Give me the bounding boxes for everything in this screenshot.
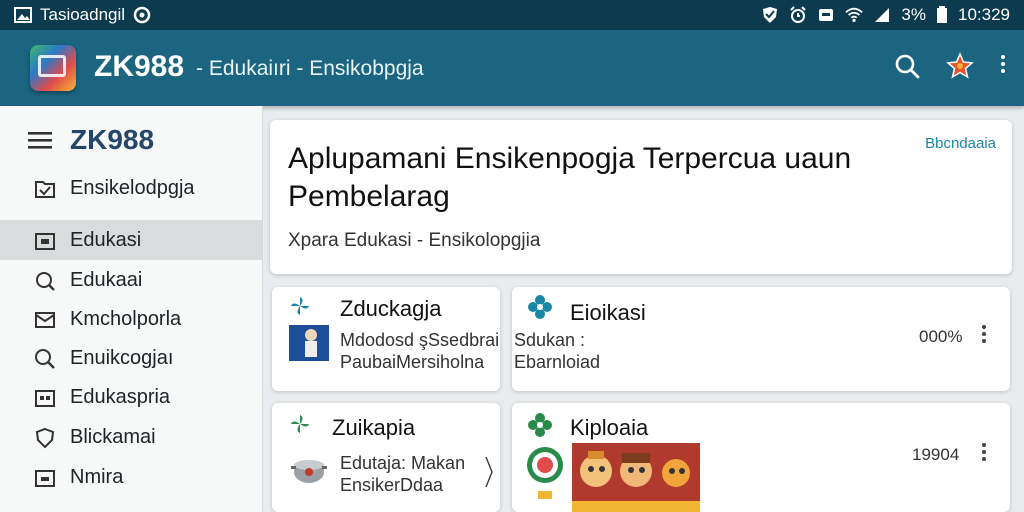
sidebar-item-blickamai[interactable]: Blickamai bbox=[0, 417, 262, 457]
sidebar-item-label: Kmcholporla bbox=[70, 308, 182, 330]
hero-card[interactable]: Aplupamani Ensikenpogja Terpercua uaun P… bbox=[270, 120, 1012, 274]
shield-icon bbox=[35, 427, 55, 449]
content-card[interactable]: Zduckagja Mdodosd şSsedbrai PaubaiMersih… bbox=[272, 287, 500, 391]
app-logo[interactable] bbox=[30, 45, 76, 91]
content-card[interactable]: Eioikasi Sdukan : Ebarnloiad 000% bbox=[512, 287, 1010, 391]
mail-icon bbox=[35, 312, 55, 328]
sync-icon bbox=[133, 6, 151, 24]
sidebar-item-nmira[interactable]: Nmira bbox=[0, 457, 262, 497]
pinwheel-icon bbox=[291, 297, 309, 315]
card-line: Mdodosd şSsedbrai bbox=[340, 330, 500, 350]
hero-tag[interactable]: Bbcndaaia bbox=[925, 135, 996, 152]
sidebar-item-ensikelodpgja[interactable]: Ensikelodpgja bbox=[0, 168, 262, 208]
card-line: Sdukan : bbox=[514, 330, 586, 350]
card-more-icon[interactable] bbox=[981, 443, 987, 465]
more-options-icon[interactable] bbox=[1000, 55, 1006, 77]
chevron-right-icon[interactable] bbox=[484, 455, 494, 489]
menu-icon[interactable] bbox=[28, 130, 54, 150]
card-title: Eioikasi bbox=[570, 300, 646, 325]
alarm-icon bbox=[790, 6, 807, 23]
person-thumbnail bbox=[289, 325, 329, 361]
battery-icon bbox=[937, 6, 947, 23]
card-value: 19904 bbox=[912, 445, 960, 464]
cartoon-thumbnail bbox=[524, 443, 700, 512]
flower-icon bbox=[528, 413, 552, 437]
folder-icon bbox=[35, 181, 55, 198]
sidebar-item-enuikcogja[interactable]: Enuikcogjaı bbox=[0, 338, 262, 378]
sidebar-title: ZK988 bbox=[70, 124, 155, 155]
sidebar-item-edukaspria[interactable]: Edukaspria bbox=[0, 377, 262, 417]
sidebar: ZK988 Ensikelodpgja Edukasi Edukaai Kmch… bbox=[0, 106, 263, 512]
sidebar-item-edukaai[interactable]: Edukaai bbox=[0, 260, 262, 300]
cooking-pot-icon bbox=[291, 460, 327, 483]
card-line: Ebarnloiad bbox=[514, 352, 601, 372]
battery-percent: 3% bbox=[901, 5, 926, 24]
search-icon[interactable] bbox=[894, 53, 920, 79]
status-app-label: Tasioadngil bbox=[40, 5, 126, 24]
signal-icon bbox=[875, 8, 890, 22]
app-subtitle: - Edukaiıri - Ensikobpgja bbox=[196, 57, 424, 80]
app-bar: ZK988 - Edukaiıri - Ensikobpgja bbox=[0, 30, 1024, 106]
flower-icon bbox=[528, 295, 552, 319]
shield-check-icon bbox=[763, 7, 778, 23]
hero-title: Aplupamani Ensikenpogja Terpercua uaun P… bbox=[288, 142, 852, 213]
gallery-icon bbox=[14, 7, 32, 23]
search-icon bbox=[36, 272, 55, 291]
card-more-icon[interactable] bbox=[981, 325, 987, 347]
hero-subtitle: Xpara Edukasi - Ensikolopgjia bbox=[288, 230, 541, 251]
app-title: ZK988 bbox=[94, 50, 185, 83]
card-value: 000% bbox=[919, 327, 963, 346]
sidebar-item-kmcholporla[interactable]: Kmcholporla bbox=[0, 299, 262, 339]
status-time: 10:329 bbox=[958, 5, 1010, 24]
status-bar: Tasioadngil 3% 10:329 bbox=[0, 0, 1024, 30]
sidebar-item-label: Enuikcogjaı bbox=[70, 347, 174, 369]
card-title: Zduckagja bbox=[340, 296, 442, 321]
card-title: Zuikapia bbox=[332, 415, 416, 440]
card-line: PaubaiMersiholna bbox=[340, 352, 485, 372]
content-card[interactable]: Zuikapia Edutaja: Makan EnsikerDdaa bbox=[272, 403, 500, 512]
sidebar-item-label: Edukaspria bbox=[70, 386, 171, 408]
favorite-star-icon[interactable] bbox=[946, 52, 974, 80]
card-line: EnsikerDdaa bbox=[340, 475, 444, 495]
sidebar-item-label: Edukasi bbox=[70, 229, 142, 251]
calendar-icon bbox=[35, 390, 55, 407]
wifi-icon bbox=[845, 7, 864, 23]
sidebar-item-label: Ensikelodpgja bbox=[70, 177, 195, 199]
card-line: Edutaja: Makan bbox=[340, 453, 466, 473]
content-card[interactable]: Kiploaia 19904 bbox=[512, 403, 1010, 512]
calendar-icon bbox=[35, 470, 55, 487]
pinwheel-icon bbox=[291, 415, 309, 433]
sidebar-item-label: Blickamai bbox=[70, 426, 156, 448]
sidebar-item-label: Nmira bbox=[70, 466, 124, 488]
search-icon bbox=[35, 349, 55, 369]
sidebar-item-label: Edukaai bbox=[70, 269, 143, 291]
sidebar-item-edukasi[interactable]: Edukasi bbox=[0, 220, 262, 260]
card-title: Kiploaia bbox=[570, 415, 649, 440]
calendar-icon bbox=[35, 233, 55, 250]
notification-icon bbox=[819, 9, 834, 21]
